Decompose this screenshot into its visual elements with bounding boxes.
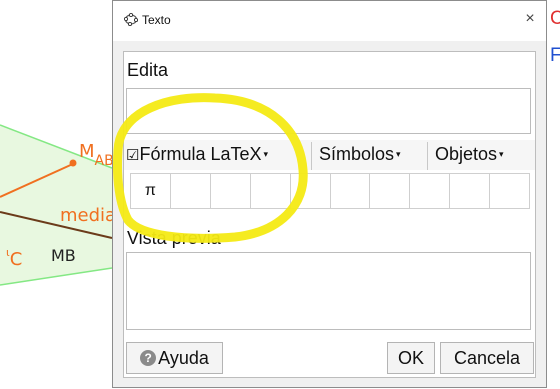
objects-label: Objetos [435,144,498,164]
help-button[interactable]: ? Ayuda [126,342,223,374]
symbol-cell[interactable] [251,174,291,208]
editor-toolbar: ☑Fórmula LaTeX ▾ Símbolos ▾ Objetos ▾ [124,140,535,170]
label-c: ιC [6,246,23,270]
checkbox-icon[interactable]: ☑ [126,147,139,164]
label-right-f: F [550,45,560,66]
preview-area [126,252,531,330]
symbol-row: π [130,173,530,209]
symbol-cell[interactable] [331,174,371,208]
point-mab [69,159,77,167]
toolbar-divider [427,142,428,170]
label-media: media [60,205,117,226]
chevron-down-icon: ▾ [263,149,269,159]
label-right-c: C [550,8,560,29]
latex-toggle[interactable]: ☑Fórmula LaTeX ▾ [126,144,268,165]
symbols-label: Símbolos [319,144,395,164]
latex-label: Fórmula LaTeX [139,144,262,164]
text-dialog: Texto × Edita ☑Fórmula LaTeX ▾ Símbolos ▾ … [112,0,547,388]
label-m: MAB [79,141,114,169]
symbol-cell[interactable] [370,174,411,208]
symbol-cell[interactable] [410,174,451,208]
symbol-cell[interactable] [450,174,491,208]
close-button[interactable]: × [520,10,540,28]
help-icon: ? [140,350,157,366]
toolbar-divider [311,142,312,170]
cancel-button[interactable]: Cancela [440,342,534,374]
symbol-cell[interactable] [291,174,331,208]
dialog-title: Texto [142,13,171,27]
symbol-cell[interactable]: π [131,174,171,208]
label-mb: MB [51,246,76,265]
symbol-cell[interactable] [211,174,251,208]
preview-label: Vista previa [127,228,221,248]
edit-label: Edita [127,60,169,80]
chevron-down-icon: ▾ [396,149,401,159]
objects-menu[interactable]: Objetos ▾ [435,144,504,165]
symbols-menu[interactable]: Símbolos ▾ [319,144,401,165]
text-panel: Edita ☑Fórmula LaTeX ▾ Símbolos ▾ Objetos ▾… [123,51,536,378]
ok-button[interactable]: OK [387,342,435,374]
chevron-down-icon: ▾ [499,149,504,159]
symbol-cell[interactable] [490,174,529,208]
help-label: Ayuda [158,347,209,368]
symbol-cell[interactable] [171,174,211,208]
text-edit-field[interactable] [126,88,531,134]
title-bar[interactable]: Texto × [113,1,546,41]
geogebra-icon [124,12,138,26]
